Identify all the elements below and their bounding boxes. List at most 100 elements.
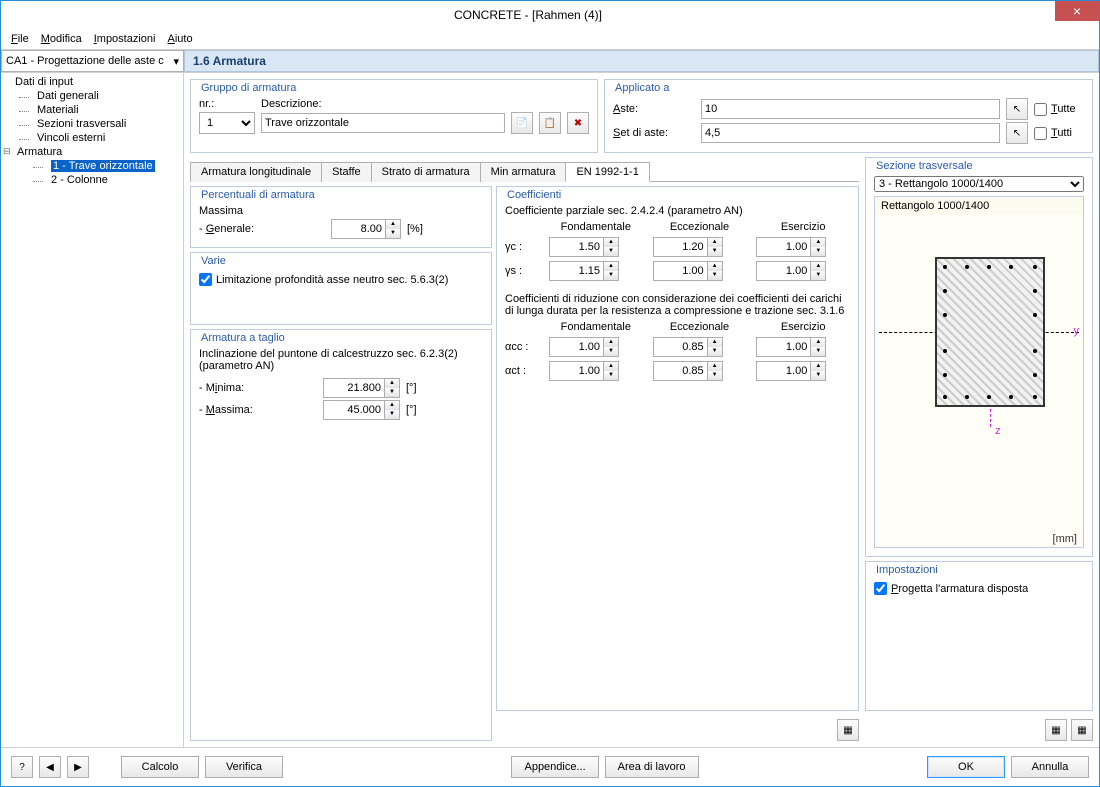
copy-icon[interactable]: 📋: [539, 112, 561, 134]
help-icon[interactable]: ?: [11, 756, 33, 778]
label-parziale: Coefficiente parziale sec. 2.4.2.4 (para…: [505, 205, 850, 217]
annulla-button[interactable]: Annulla: [1011, 756, 1089, 778]
desc-input[interactable]: [261, 113, 505, 133]
tab-en1992[interactable]: EN 1992-1-1: [565, 162, 649, 182]
legend-coeff: Coefficienti: [505, 189, 563, 201]
opts-icon-2[interactable]: ▦: [1071, 719, 1093, 741]
fieldset-varie: Varie Limitazione profondità asse neutro…: [190, 252, 492, 325]
next-icon[interactable]: ▶: [67, 756, 89, 778]
calcolo-button[interactable]: Calcolo: [121, 756, 199, 778]
tab-bar: Armatura longitudinale Staffe Strato di …: [190, 161, 859, 182]
label-acc: αcc :: [505, 341, 539, 353]
sezione-select[interactable]: 3 - Rettangolo 1000/1400: [874, 176, 1084, 192]
label-taglio-desc: Inclinazione del puntone di calcestruzzo…: [199, 348, 483, 372]
axis-y-label: y: [1074, 325, 1080, 337]
menu-modifica[interactable]: Modifica: [41, 33, 82, 45]
spin-minima[interactable]: ▲▼: [323, 378, 400, 398]
legend-taglio: Armatura a taglio: [199, 332, 287, 344]
appendice-button[interactable]: Appendice...: [511, 756, 598, 778]
tree-panel: Dati di input Dati generali Materiali Se…: [1, 73, 184, 747]
fieldset-taglio: Armatura a taglio Inclinazione del punto…: [190, 329, 492, 741]
window-title: CONCRETE - [Rahmen (4)]: [1, 8, 1055, 22]
details-icon[interactable]: ▦: [837, 719, 859, 741]
prev-icon[interactable]: ◀: [39, 756, 61, 778]
tree-arm-sub[interactable]: 2 - Colonne: [1, 173, 183, 187]
hdr-fond: Fondamentale: [549, 221, 643, 233]
spin-gs1[interactable]: ▲▼: [549, 261, 643, 281]
label-massima: Massima: [199, 205, 483, 217]
menu-aiuto[interactable]: Aiuto: [167, 33, 192, 45]
close-button[interactable]: ×: [1055, 1, 1099, 21]
legend-sezione: Sezione trasversale: [874, 160, 1084, 172]
legend-varie: Varie: [199, 255, 228, 267]
label-limitazione: Limitazione profondità asse neutro sec. …: [216, 274, 448, 286]
spin-acc1[interactable]: ▲▼: [549, 337, 643, 357]
hdr-ecc: Eccezionale: [653, 221, 747, 233]
tree-item[interactable]: Dati generali: [1, 89, 183, 103]
set-aste-input[interactable]: [701, 123, 1000, 143]
hdr-eser: Esercizio: [756, 221, 850, 233]
tab-strato[interactable]: Strato di armatura: [371, 162, 481, 182]
chevron-down-icon: ▾: [173, 55, 179, 68]
spin-massima[interactable]: ▲▼: [323, 400, 400, 420]
verifica-button[interactable]: Verifica: [205, 756, 283, 778]
tab-staffe[interactable]: Staffe: [321, 162, 372, 182]
tree-item[interactable]: Materiali: [1, 103, 183, 117]
label-desc: Descrizione:: [261, 98, 322, 110]
fieldset-gruppo: Gruppo di armatura nr.: Descrizione: 1 📄…: [190, 79, 598, 153]
axis-z-label: z: [995, 425, 1001, 437]
pick-set-icon[interactable]: ↖: [1006, 122, 1028, 144]
menu-file[interactable]: File: [11, 33, 29, 45]
tab-min[interactable]: Min armatura: [480, 162, 567, 182]
module-dropdown[interactable]: CA1 - Progettazione delle aste c ▾: [1, 50, 184, 72]
menubar: File Modifica Impostazioni Aiuto: [1, 29, 1099, 49]
unit-deg2: [°]: [406, 404, 417, 416]
unit-deg: [°]: [406, 382, 417, 394]
ok-button[interactable]: OK: [927, 756, 1005, 778]
spin-acc3[interactable]: ▲▼: [756, 337, 850, 357]
chk-tutte[interactable]: [1034, 103, 1047, 116]
spin-acc2[interactable]: ▲▼: [653, 337, 747, 357]
unit-mm: [mm]: [1053, 533, 1077, 545]
label-gs: γs :: [505, 265, 539, 277]
aste-input[interactable]: [701, 99, 1000, 119]
spin-gc2[interactable]: ▲▼: [653, 237, 747, 257]
spin-act3[interactable]: ▲▼: [756, 361, 850, 381]
toolbar-row: CA1 - Progettazione delle aste c ▾ 1.6 A…: [1, 49, 1099, 73]
label-riduzione: Coefficienti di riduzione con consideraz…: [505, 293, 850, 317]
tree-item[interactable]: Vincoli esterni: [1, 131, 183, 145]
fieldset-coeff: Coefficienti Coefficiente parziale sec. …: [496, 186, 859, 711]
menu-impostazioni[interactable]: Impostazioni: [94, 33, 156, 45]
spin-gs2[interactable]: ▲▼: [653, 261, 747, 281]
chk-progetta[interactable]: [874, 582, 887, 595]
section-preview: Rettangolo 1000/1400 y z: [874, 196, 1084, 548]
tree-item[interactable]: Sezioni trasversali: [1, 117, 183, 131]
delete-icon[interactable]: ✖: [567, 112, 589, 134]
new-icon[interactable]: 📄: [511, 112, 533, 134]
legend-percentuali: Percentuali di armatura: [199, 189, 317, 201]
spin-gc3[interactable]: ▲▼: [756, 237, 850, 257]
spin-gc1[interactable]: ▲▼: [549, 237, 643, 257]
chk-limitazione[interactable]: [199, 273, 212, 286]
fieldset-impostazioni: Impostazioni Progetta l'armatura dispost…: [865, 561, 1093, 711]
fieldset-sezione: Sezione trasversale 3 - Rettangolo 1000/…: [865, 157, 1093, 557]
chk-tutti[interactable]: [1034, 127, 1047, 140]
tree-root[interactable]: Dati di input: [1, 75, 183, 89]
label-act: αct :: [505, 365, 539, 377]
legend-impostazioni: Impostazioni: [874, 564, 940, 576]
preview-title: Rettangolo 1000/1400: [875, 197, 1083, 215]
label-gc: γc :: [505, 241, 539, 253]
tree-armatura[interactable]: Armatura: [1, 145, 183, 159]
spin-act1[interactable]: ▲▼: [549, 361, 643, 381]
tree-arm-sub[interactable]: 1 - Trave orizzontale: [1, 159, 183, 173]
fieldset-percentuali: Percentuali di armatura Massima - Genera…: [190, 186, 492, 248]
opts-icon-1[interactable]: ▦: [1045, 719, 1067, 741]
legend-gruppo: Gruppo di armatura: [199, 82, 298, 94]
spin-generale[interactable]: ▲▼: [331, 219, 401, 239]
nr-select[interactable]: 1: [199, 112, 255, 134]
spin-gs3[interactable]: ▲▼: [756, 261, 850, 281]
tab-longitudinale[interactable]: Armatura longitudinale: [190, 162, 322, 182]
spin-act2[interactable]: ▲▼: [653, 361, 747, 381]
pick-aste-icon[interactable]: ↖: [1006, 98, 1028, 120]
area-button[interactable]: Area di lavoro: [605, 756, 699, 778]
